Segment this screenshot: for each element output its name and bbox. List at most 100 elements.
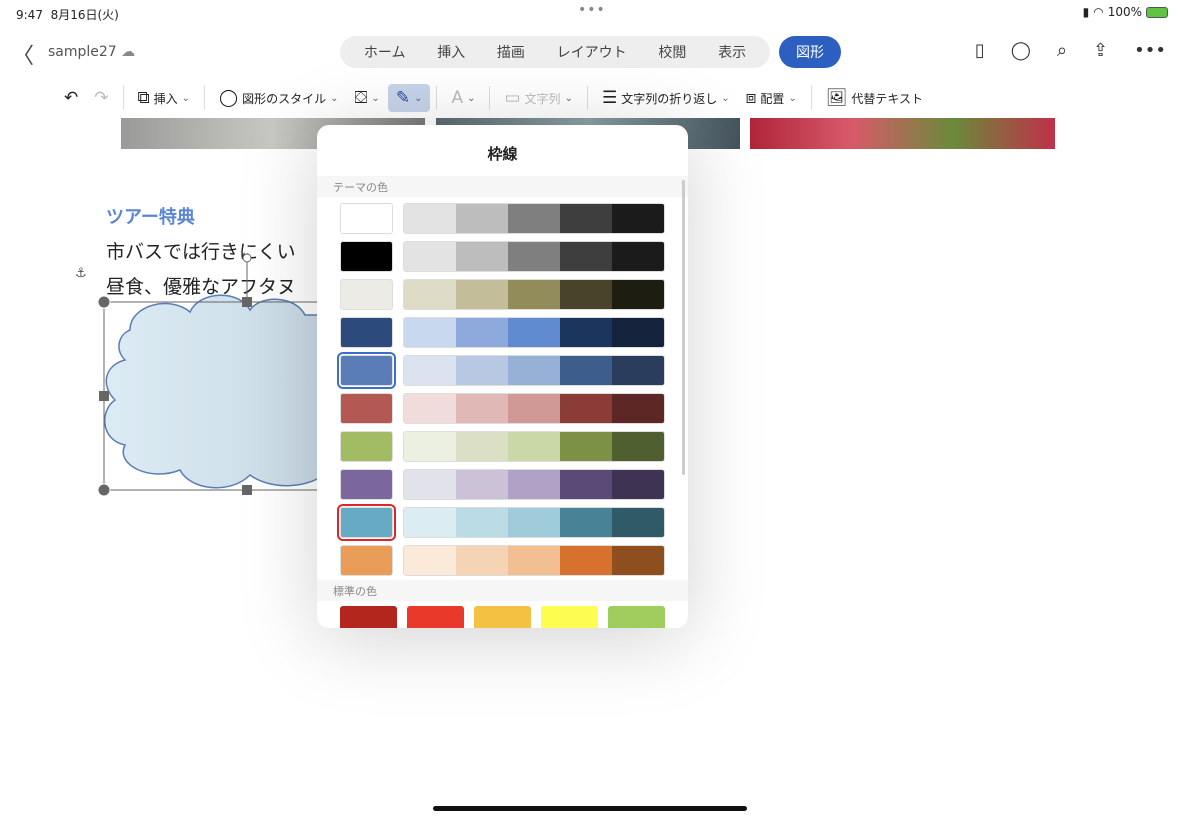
color-swatch[interactable] xyxy=(612,280,664,309)
search-icon[interactable]: ⌕ xyxy=(1057,40,1067,61)
color-swatch[interactable] xyxy=(560,546,612,575)
shapes-icon: ⧉ xyxy=(137,88,150,108)
color-swatch[interactable] xyxy=(612,204,664,233)
color-swatch[interactable] xyxy=(340,279,393,310)
document-name[interactable]: sample27 ☁ xyxy=(48,44,135,60)
color-swatch[interactable] xyxy=(340,241,393,272)
color-swatch[interactable] xyxy=(456,432,508,461)
color-swatch[interactable] xyxy=(560,508,612,537)
tab-layout[interactable]: レイアウト xyxy=(557,42,627,62)
color-swatch[interactable] xyxy=(560,280,612,309)
color-swatch[interactable] xyxy=(612,508,664,537)
color-swatch[interactable] xyxy=(404,242,456,271)
color-swatch[interactable] xyxy=(560,356,612,385)
color-swatch[interactable] xyxy=(612,318,664,347)
alt-text-button[interactable]: 🖼 代替テキスト xyxy=(818,84,931,112)
text-effects-button[interactable]: A ⌄ xyxy=(443,84,483,112)
color-swatch[interactable] xyxy=(612,394,664,423)
text-button[interactable]: ▭ 文字列 ⌄ xyxy=(496,84,580,112)
outline-color-popover: 枠線 テーマの色 標準の色 xyxy=(317,125,688,628)
color-swatch[interactable] xyxy=(340,469,393,500)
color-swatch[interactable] xyxy=(612,242,664,271)
color-swatch[interactable] xyxy=(560,242,612,271)
color-swatch[interactable] xyxy=(340,203,393,234)
fill-button[interactable]: ⛋ ⌄ xyxy=(346,84,387,112)
color-swatch[interactable] xyxy=(508,432,560,461)
redo-button[interactable]: ↷ xyxy=(86,84,116,112)
color-swatch[interactable] xyxy=(508,318,560,347)
color-swatch[interactable] xyxy=(404,318,456,347)
tab-review[interactable]: 校閲 xyxy=(658,42,686,62)
undo-button[interactable]: ↶ xyxy=(56,84,86,112)
multitask-dots[interactable]: ••• xyxy=(578,2,606,18)
color-swatch[interactable] xyxy=(456,242,508,271)
tab-view[interactable]: 表示 xyxy=(718,42,746,62)
tab-insert[interactable]: 挿入 xyxy=(437,42,465,62)
phone-view-icon[interactable]: ▯ xyxy=(975,40,985,61)
wrap-text-button[interactable]: ☰ 文字列の折り返し ⌄ xyxy=(594,84,738,112)
color-swatch[interactable] xyxy=(404,470,456,499)
insert-shape-button[interactable]: ⧉ 挿入 ⌄ xyxy=(130,84,199,112)
color-swatch[interactable] xyxy=(456,470,508,499)
theme-color-row xyxy=(340,241,665,272)
color-swatch[interactable] xyxy=(456,508,508,537)
tab-home[interactable]: ホーム xyxy=(364,42,406,62)
color-swatch[interactable] xyxy=(456,318,508,347)
color-swatch[interactable] xyxy=(612,356,664,385)
standard-color-swatch[interactable] xyxy=(608,606,665,628)
standard-color-swatch[interactable] xyxy=(340,606,397,628)
color-swatch[interactable] xyxy=(340,317,393,348)
color-swatch[interactable] xyxy=(456,356,508,385)
tab-shape[interactable]: 図形 xyxy=(779,36,841,68)
more-icon[interactable]: ••• xyxy=(1134,40,1166,61)
lightbulb-icon[interactable]: ◯ xyxy=(1011,40,1031,61)
back-icon[interactable]: 〈 xyxy=(12,38,34,70)
color-swatch[interactable] xyxy=(337,352,396,389)
shape-style-button[interactable]: ◯ 図形のスタイル ⌄ xyxy=(211,84,346,112)
color-swatch[interactable] xyxy=(508,204,560,233)
scrollbar[interactable] xyxy=(682,180,685,475)
share-icon[interactable]: ⇪ xyxy=(1093,40,1108,61)
color-swatch[interactable] xyxy=(404,508,456,537)
color-swatch[interactable] xyxy=(612,470,664,499)
home-indicator[interactable] xyxy=(433,806,747,811)
color-swatch[interactable] xyxy=(508,470,560,499)
color-swatch[interactable] xyxy=(404,432,456,461)
title-bar: 〈 sample27 ☁ ホーム 挿入 描画 レイアウト 校閲 表示 図形 ▯ … xyxy=(0,26,1180,78)
color-swatch[interactable] xyxy=(404,394,456,423)
color-swatch[interactable] xyxy=(612,546,664,575)
arrange-button[interactable]: ⧈ 配置 ⌄ xyxy=(738,84,805,112)
color-swatch[interactable] xyxy=(337,504,396,541)
color-swatch[interactable] xyxy=(560,318,612,347)
color-swatch[interactable] xyxy=(560,470,612,499)
color-swatch[interactable] xyxy=(456,394,508,423)
outline-button[interactable]: ✎ ⌄ xyxy=(387,84,431,112)
color-swatch[interactable] xyxy=(340,545,393,576)
color-swatch[interactable] xyxy=(456,546,508,575)
color-swatch[interactable] xyxy=(508,508,560,537)
color-swatch[interactable] xyxy=(508,546,560,575)
color-swatch[interactable] xyxy=(404,546,456,575)
tab-draw[interactable]: 描画 xyxy=(497,42,525,62)
color-swatch[interactable] xyxy=(508,242,560,271)
standard-color-swatch[interactable] xyxy=(541,606,598,628)
color-swatch[interactable] xyxy=(560,432,612,461)
standard-color-swatch[interactable] xyxy=(474,606,531,628)
color-swatch[interactable] xyxy=(508,394,560,423)
color-swatch[interactable] xyxy=(560,394,612,423)
color-swatch[interactable] xyxy=(404,280,456,309)
color-swatch[interactable] xyxy=(456,204,508,233)
color-swatch[interactable] xyxy=(456,280,508,309)
color-swatch[interactable] xyxy=(340,393,393,424)
photo-flowers[interactable] xyxy=(750,118,1055,149)
color-swatch[interactable] xyxy=(404,356,456,385)
cloud-shape[interactable] xyxy=(90,250,350,510)
color-swatch[interactable] xyxy=(612,432,664,461)
standard-color-swatch[interactable] xyxy=(407,606,464,628)
theme-color-row xyxy=(337,352,665,389)
color-swatch[interactable] xyxy=(404,204,456,233)
color-swatch[interactable] xyxy=(560,204,612,233)
color-swatch[interactable] xyxy=(508,356,560,385)
color-swatch[interactable] xyxy=(340,431,393,462)
color-swatch[interactable] xyxy=(508,280,560,309)
